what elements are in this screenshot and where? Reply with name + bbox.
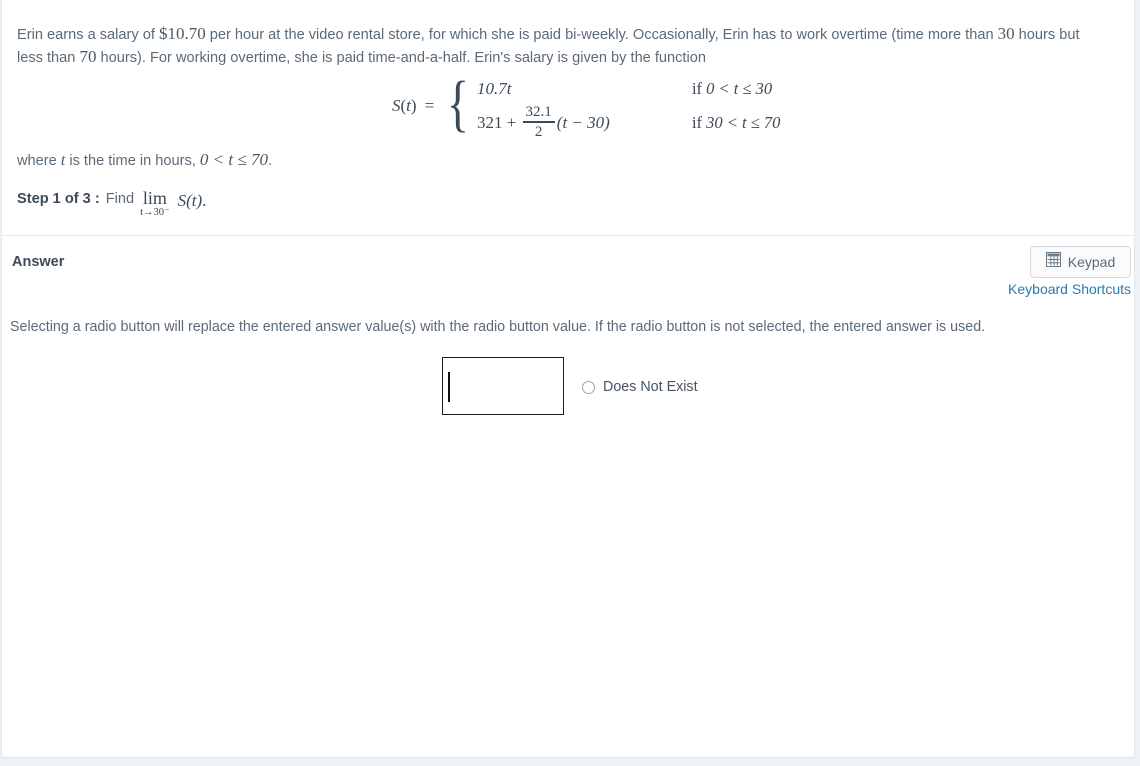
case-row: 10.7t if 0 < t ≤ 30 <box>477 72 781 106</box>
max-hours-value: 70 <box>79 47 97 66</box>
case-2-condition: if 30 < t ≤ 70 <box>692 113 781 133</box>
function-name: S <box>392 96 401 115</box>
keyboard-shortcuts-link[interactable]: Keyboard Shortcuts <box>1002 281 1131 297</box>
fraction-denominator: 2 <box>534 123 543 140</box>
radio-button-note: Selecting a radio button will replace th… <box>10 319 986 335</box>
function-label: S(t) <box>392 96 425 116</box>
case-1-expression: 10.7t <box>476 79 512 98</box>
case-2-tail: (t − 30) <box>556 113 610 132</box>
overtime-threshold-value: 30 <box>997 24 1015 43</box>
limit-expression: lim t→30⁻ <box>140 189 169 219</box>
where-domain: 0 < t ≤ 70 <box>199 150 268 169</box>
answer-input[interactable] <box>442 357 564 415</box>
where-prefix: where <box>17 153 61 169</box>
keypad-button[interactable]: Keypad <box>1030 246 1131 278</box>
question-region: Erin earns a salary of $10.70 per hour a… <box>2 0 1134 236</box>
case-2-lead: 321 + <box>476 113 517 132</box>
cases-list: 10.7t if 0 < t ≤ 30 321 + 32.1 2 (t − 30) … <box>473 72 781 140</box>
text-cursor <box>448 372 450 402</box>
left-brace-icon: { <box>446 70 470 138</box>
domain-statement: where t is the time in hours, 0 < t ≤ 70… <box>17 150 272 170</box>
piecewise-function-formula: S(t) = { 10.7t if 0 < t ≤ 30 321 + 32.1 2… <box>392 72 780 140</box>
case-2-condition-text: 30 < t ≤ 70 <box>706 113 781 132</box>
paragraph-seg4: hours). For working overtime, she is pai… <box>96 50 706 66</box>
step-label: Step 1 of 3 : <box>17 191 100 207</box>
case-1-if: if <box>691 79 703 98</box>
paragraph-seg2: per hour at the video rental store, for … <box>205 27 998 43</box>
case-1-condition-text: 0 < t ≤ 30 <box>706 79 773 98</box>
limit-function-text: S(t) <box>177 191 203 210</box>
does-not-exist-option[interactable]: Does Not Exist <box>582 379 698 395</box>
step-verb: Find <box>105 191 135 207</box>
keypad-grid-icon <box>1045 252 1061 272</box>
where-mid: is the time in hours, <box>65 153 200 169</box>
limit-operator: lim <box>142 188 167 208</box>
case-2-fraction: 32.1 2 <box>522 104 555 140</box>
step-period: . <box>202 191 207 210</box>
hourly-rate-value: $10.70 <box>158 24 206 43</box>
limit-function: S(t). <box>170 191 207 211</box>
case-1-condition: if 0 < t ≤ 30 <box>692 79 772 99</box>
case-2-expression: 321 + 32.1 2 (t − 30) <box>476 104 692 141</box>
keypad-button-label: Keypad <box>1067 254 1116 270</box>
page-background: Erin earns a salary of $10.70 per hour a… <box>0 0 1140 766</box>
where-period: . <box>267 153 273 169</box>
question-paragraph: Erin earns a salary of $10.70 per hour a… <box>17 23 1107 69</box>
close-paren: ) <box>410 96 417 115</box>
fraction-bar <box>522 121 555 123</box>
paragraph-seg1: Erin earns a salary of <box>17 27 159 43</box>
step-instruction: Step 1 of 3 : Find lim t→30⁻ S(t). <box>17 189 207 221</box>
does-not-exist-radio[interactable] <box>582 380 595 394</box>
equals-sign: = <box>424 96 435 115</box>
does-not-exist-label: Does Not Exist <box>603 379 698 395</box>
case-2-if: if <box>691 113 703 132</box>
case-row: 321 + 32.1 2 (t − 30) if 30 < t ≤ 70 <box>476 104 781 141</box>
question-card: Erin earns a salary of $10.70 per hour a… <box>1 0 1135 758</box>
limit-subscript: t→30⁻ <box>140 207 170 218</box>
answer-heading: Answer <box>12 254 65 270</box>
fraction-numerator: 32.1 <box>525 104 552 121</box>
